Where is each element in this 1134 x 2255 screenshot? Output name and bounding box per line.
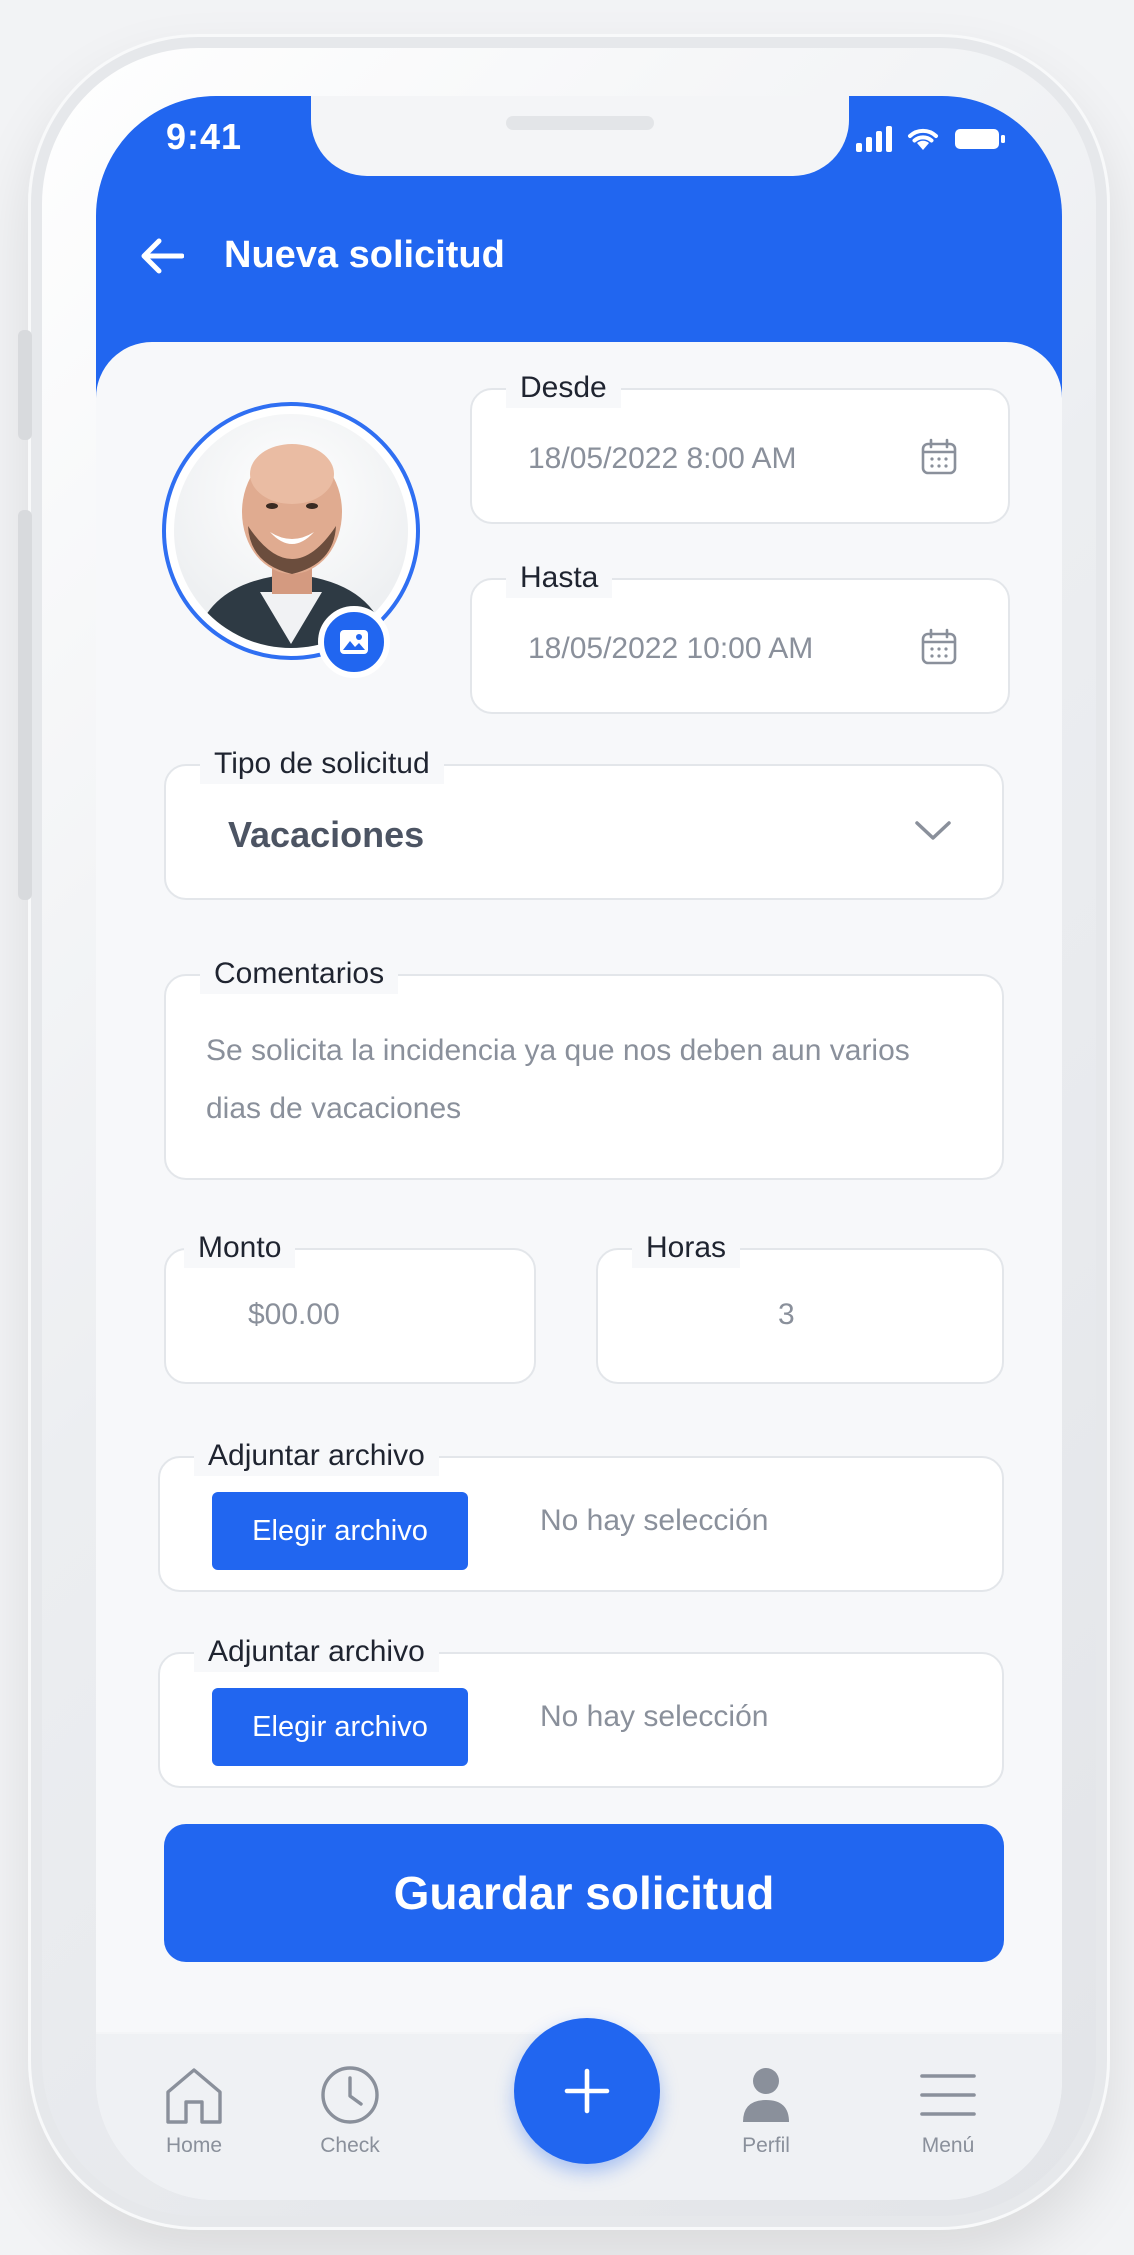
app-screen: 9:41 Nueva solicitud Desde 18/05/2022 8:…: [96, 96, 1062, 2200]
clock-icon: [321, 2066, 379, 2124]
elegir-archivo-button[interactable]: Elegir archivo: [212, 1688, 468, 1766]
user-icon: [743, 2068, 789, 2122]
monto-label: Monto: [184, 1228, 296, 1268]
hasta-value: 18/05/2022 10:00 AM: [528, 632, 814, 665]
phone-side-button: [18, 330, 32, 440]
status-icons: [856, 124, 1006, 152]
calendar-icon[interactable]: [920, 438, 958, 476]
guardar-solicitud-button[interactable]: Guardar solicitud: [164, 1824, 1004, 1962]
chevron-down-icon: [915, 821, 951, 840]
elegir-archivo-button[interactable]: Elegir archivo: [212, 1492, 468, 1570]
horas-label: Horas: [632, 1228, 741, 1268]
menu-icon: [920, 2074, 976, 2116]
adjuntar-archivo-label: Adjuntar archivo: [194, 1436, 439, 1476]
desde-value: 18/05/2022 8:00 AM: [528, 442, 797, 475]
arrow-left-icon: [141, 238, 184, 274]
nav-label-home: Home: [165, 2134, 223, 2157]
nav-item-perfil[interactable]: Perfil: [706, 2064, 826, 2174]
desde-label: Desde: [506, 368, 621, 408]
monto-value: $00.00: [248, 1298, 340, 1331]
back-button[interactable]: [132, 226, 192, 286]
hasta-field[interactable]: Hasta 18/05/2022 10:00 AM: [470, 558, 1010, 714]
status-time: 9:41: [166, 116, 243, 157]
adjuntar-archivo-field: Adjuntar archivo Elegir archivo No hay s…: [158, 1632, 1004, 1788]
horas-field[interactable]: Horas 3: [596, 1228, 1004, 1384]
nav-item-menu[interactable]: Menú: [888, 2064, 1008, 2174]
home-icon: [166, 2068, 222, 2124]
calendar-icon[interactable]: [920, 628, 958, 666]
phone-speaker: [506, 116, 654, 130]
nav-item-home[interactable]: Home: [134, 2064, 254, 2174]
comentarios-label: Comentarios: [200, 954, 399, 994]
phone-notch: [311, 96, 849, 176]
hasta-label: Hasta: [506, 558, 613, 598]
monto-field[interactable]: Monto $00.00: [164, 1228, 536, 1384]
bottom-nav: Home Check Perfil Menú: [96, 2018, 1062, 2200]
add-button[interactable]: [514, 2018, 660, 2164]
signal-icon: [856, 126, 892, 152]
phone-side-button: [18, 510, 32, 710]
nav-item-check[interactable]: Check: [290, 2064, 410, 2174]
nav-label-perfil: Perfil: [742, 2134, 790, 2157]
horas-value: 3: [778, 1298, 795, 1331]
change-photo-button[interactable]: [318, 606, 390, 678]
adjuntar-archivo-label: Adjuntar archivo: [194, 1632, 439, 1672]
nav-label-check: Check: [320, 2134, 380, 2157]
file-selection-status: No hay selección: [540, 1700, 769, 1733]
tipo-solicitud-select[interactable]: Tipo de solicitud Vacaciones: [164, 744, 1004, 900]
plus-icon: [564, 2068, 610, 2114]
comentarios-field[interactable]: Comentarios Se solicita la incidencia ya…: [164, 954, 1004, 1180]
adjuntar-archivo-field: Adjuntar archivo Elegir archivo No hay s…: [158, 1436, 1004, 1592]
comentarios-text: Se solicita la incidencia ya que nos deb…: [206, 1034, 910, 1125]
file-selection-status: No hay selección: [540, 1504, 769, 1537]
wifi-icon: [908, 128, 938, 150]
tipo-solicitud-value: Vacaciones: [228, 814, 425, 855]
desde-field[interactable]: Desde 18/05/2022 8:00 AM: [470, 368, 1010, 524]
battery-icon: [955, 129, 1005, 149]
image-icon: [340, 630, 368, 654]
phone-side-button: [18, 700, 32, 900]
nav-label-menu: Menú: [921, 2134, 975, 2157]
page-title: Nueva solicitud: [224, 234, 505, 276]
tipo-solicitud-label: Tipo de solicitud: [200, 744, 444, 784]
